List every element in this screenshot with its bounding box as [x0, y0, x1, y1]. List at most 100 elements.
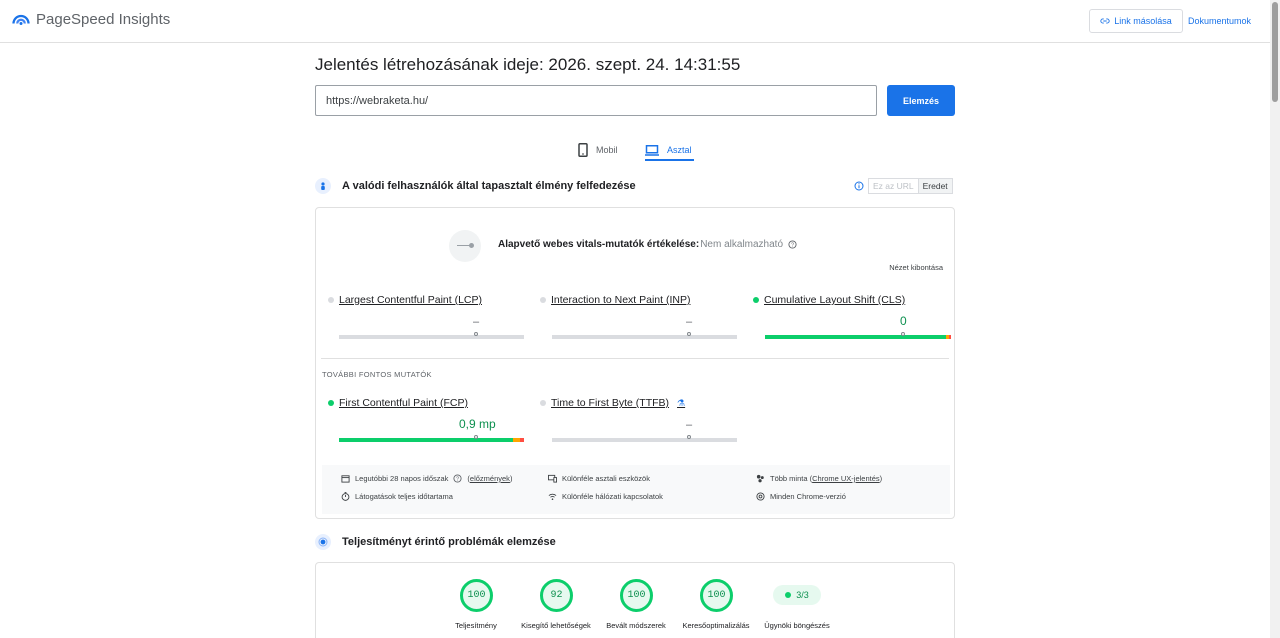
metric-cls-bar — [765, 332, 951, 339]
expand-view-link[interactable]: Nézet kibontása — [889, 263, 943, 272]
url-origin-toggle: Ez az URL Eredet — [854, 178, 953, 194]
toggle-origin[interactable]: Eredet — [917, 179, 952, 193]
toggle-group: Ez az URL Eredet — [868, 178, 953, 194]
svg-text:?: ? — [791, 243, 794, 249]
core-web-vitals-assessment: Alapvető webes vitals-mutatók értékelése… — [498, 239, 797, 250]
meta-history: (előzmények) — [467, 474, 513, 483]
distribution-marker — [686, 332, 691, 336]
meta-devices-text: Különféle asztali eszközök — [562, 474, 650, 483]
bar-poor — [520, 438, 524, 442]
docs-link[interactable]: Dokumentumok — [1188, 16, 1251, 26]
help-icon[interactable]: ? — [788, 240, 797, 249]
metric-cls-title[interactable]: Cumulative Layout Shift (CLS) — [753, 294, 943, 306]
diagnosis-heading: Teljesítményt érintő problémák elemzése — [315, 534, 556, 550]
top-bar: PageSpeed Insights Link másolása Dokumen… — [0, 0, 1270, 43]
laptop-icon — [645, 144, 659, 156]
metric-fcp: First Contentful Paint (FCP) 0,9 mp — [328, 397, 524, 442]
agentic-browsing-value: 3/3 — [796, 590, 809, 600]
status-dot — [328, 400, 334, 406]
copy-link-button[interactable]: Link másolása — [1089, 9, 1183, 33]
crux-heading: A valódi felhasználók által tapasztalt é… — [315, 178, 636, 194]
meta-duration: Látogatások teljes időtartama — [341, 492, 453, 501]
status-dot — [328, 297, 334, 303]
metric-lcp-bar — [339, 332, 524, 339]
best-practices-score-label[interactable]: Bevált módszerek — [596, 620, 676, 631]
meta-chrome: Minden Chrome-verzió — [756, 492, 846, 501]
experimental-flask-icon: ⚗ — [677, 397, 686, 408]
app-title: PageSpeed Insights — [36, 10, 171, 28]
tab-mobile[interactable]: Mobil — [578, 137, 618, 163]
meta-duration-text: Látogatások teljes időtartama — [355, 492, 453, 501]
metric-lcp-label: Largest Contentful Paint (LCP) — [339, 294, 482, 306]
link-icon — [1100, 18, 1110, 24]
status-dot — [753, 297, 759, 303]
bar-good — [339, 438, 513, 442]
metric-cls-label: Cumulative Layout Shift (CLS) — [764, 294, 906, 306]
samples-icon — [756, 474, 764, 483]
agentic-browsing-badge[interactable]: 3/3 — [773, 585, 821, 605]
seo-score-label[interactable]: Keresőoptimalizálás — [676, 620, 756, 631]
crux-heading-text: A valódi felhasználók által tapasztalt é… — [342, 180, 636, 192]
performance-score-label[interactable]: Teljesítmény — [436, 620, 516, 631]
metric-ttfb-value: – — [686, 419, 693, 431]
status-dot — [540, 297, 546, 303]
metric-inp-value: – — [686, 316, 693, 328]
info-icon[interactable] — [854, 181, 864, 191]
metric-ttfb: Time to First Byte (TTFB) ⚗ – — [540, 397, 737, 442]
meta-devices: Különféle asztali eszközök — [548, 474, 650, 483]
distribution-marker — [686, 435, 691, 439]
metric-lcp-title[interactable]: Largest Contentful Paint (LCP) — [328, 294, 518, 306]
meta-period-text: Legutóbbi 28 napos időszak — [355, 474, 449, 483]
calendar-icon — [341, 475, 350, 483]
bar-good — [765, 335, 946, 339]
samples-prefix: Több minta ( — [770, 474, 813, 483]
brand[interactable]: PageSpeed Insights — [12, 10, 170, 28]
copy-link-label: Link másolása — [1114, 16, 1172, 26]
metric-ttfb-title[interactable]: Time to First Byte (TTFB) ⚗ — [540, 397, 730, 409]
url-input[interactable] — [315, 85, 877, 116]
metric-cls-value: 0 — [900, 314, 907, 328]
bar-average — [513, 438, 520, 442]
wifi-icon — [548, 493, 557, 501]
devices-icon — [548, 474, 557, 483]
best-practices-score-gauge[interactable]: 100 — [620, 579, 653, 612]
history-link[interactable]: előzmények — [470, 474, 510, 483]
metric-inp-bar — [552, 332, 737, 339]
agentic-browsing-label[interactable]: Ügynöki böngészés — [757, 620, 837, 631]
analyze-button[interactable]: Elemzés — [887, 85, 955, 116]
divider — [321, 358, 949, 359]
active-tab-indicator — [645, 159, 694, 161]
help-icon[interactable]: ? — [453, 474, 462, 483]
accessibility-score-label[interactable]: Kisegítő lehetőségek — [516, 620, 596, 631]
tab-mobile-label: Mobil — [596, 145, 618, 155]
metric-inp-label: Interaction to Next Paint (INP) — [551, 294, 691, 306]
metric-ttfb-label: Time to First Byte (TTFB) — [551, 397, 670, 409]
further-metrics-label: TOVÁBBI FONTOS MUTATÓK — [322, 370, 432, 379]
svg-text:?: ? — [456, 477, 459, 483]
page-scrollbar[interactable] — [1270, 0, 1280, 638]
meta-period: Legutóbbi 28 napos időszak ? (előzmények… — [341, 474, 512, 483]
diagnosis-card: 100 Teljesítmény 92 Kisegítő lehetőségek… — [315, 562, 955, 638]
diagnosis-heading-text: Teljesítményt érintő problémák elemzése — [342, 536, 556, 548]
chrome-ux-report-link[interactable]: Chrome UX-jelentés — [812, 474, 880, 483]
assessment-status: Nem alkalmazható — [700, 239, 784, 250]
meta-samples: Több minta (Chrome UX-jelentés) — [756, 474, 882, 483]
metric-fcp-value: 0,9 mp — [459, 417, 496, 431]
tab-desktop-label: Asztal — [667, 145, 692, 155]
metric-fcp-title[interactable]: First Contentful Paint (FCP) — [328, 397, 518, 409]
meta-network: Különféle hálózati kapcsolatok — [548, 492, 663, 501]
bar-poor — [949, 335, 951, 339]
metric-inp-title[interactable]: Interaction to Next Paint (INP) — [540, 294, 730, 306]
seo-score-gauge[interactable]: 100 — [700, 579, 733, 612]
toggle-this-url[interactable]: Ez az URL — [869, 179, 918, 193]
timer-icon — [341, 492, 350, 501]
metric-fcp-label: First Contentful Paint (FCP) — [339, 397, 468, 409]
assessment-badge — [449, 230, 481, 262]
assessment-badge-dot — [469, 243, 474, 248]
distribution-marker — [473, 332, 478, 336]
performance-score-gauge[interactable]: 100 — [460, 579, 493, 612]
samples-suffix: ) — [879, 474, 883, 483]
metric-inp: Interaction to Next Paint (INP) – — [540, 294, 737, 339]
scrollbar-thumb[interactable] — [1272, 2, 1278, 102]
accessibility-score-gauge[interactable]: 92 — [540, 579, 573, 612]
